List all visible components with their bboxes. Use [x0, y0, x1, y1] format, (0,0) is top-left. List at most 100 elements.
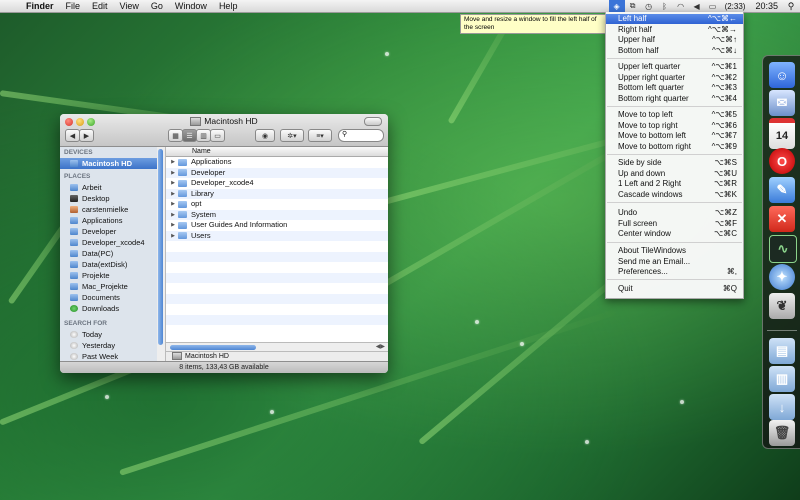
toolbar-toggle-button[interactable]	[364, 117, 382, 126]
sidebar-search-header[interactable]: SEARCH FOR	[64, 320, 107, 327]
sidebar-item-macintosh-hd[interactable]: Macintosh HD	[60, 158, 157, 169]
disclosure-triangle-icon[interactable]: ▶	[168, 199, 178, 210]
documents-folder-dock-icon[interactable]: ▥	[769, 366, 795, 392]
menu-item-bottom-right-quarter[interactable]: Bottom right quarter ^⌥⌘4	[606, 94, 743, 104]
menu-item-center-window[interactable]: Center window ⌥⌘C	[606, 229, 743, 239]
calendar-dock-icon[interactable]: 14	[769, 118, 795, 149]
sidebar-item-applications[interactable]: Applications	[60, 215, 157, 226]
menu-item-full-screen[interactable]: Full screen ⌥⌘F	[606, 219, 743, 229]
menu-clock[interactable]: 20:35	[749, 1, 784, 11]
list-view-button[interactable]: ☰	[182, 129, 197, 142]
list-item[interactable]: ▶ opt	[166, 199, 388, 210]
disclosure-triangle-icon[interactable]: ▶	[168, 189, 178, 200]
action-menu-button[interactable]: ✲▾	[280, 129, 304, 142]
applications-folder-dock-icon[interactable]: ▤	[769, 338, 795, 364]
column-view-button[interactable]: ▥	[196, 129, 211, 142]
downloads-folder-dock-icon[interactable]: ↓	[769, 394, 795, 420]
menu-window[interactable]: Window	[169, 0, 213, 12]
sidebar-item-past-week[interactable]: Past Week	[60, 351, 157, 361]
sidebar-scrollbar[interactable]	[157, 147, 166, 361]
sidebar-item-desktop[interactable]: Desktop	[60, 193, 157, 204]
time-machine-icon[interactable]: ◷	[641, 0, 657, 12]
menu-item-send-email[interactable]: Send me an Email...	[606, 257, 743, 267]
menu-app-name[interactable]: Finder	[20, 0, 60, 12]
menu-item-up-and-down[interactable]: Up and down ⌥⌘U	[606, 169, 743, 179]
list-item[interactable]: ▶ Applications	[166, 157, 388, 168]
menu-item-bottom-half[interactable]: Bottom half ^⌥⌘↓	[606, 46, 743, 56]
activity-monitor-dock-icon[interactable]: ∿	[769, 235, 797, 263]
forward-button[interactable]: ▶	[79, 129, 94, 142]
menu-item-upper-left-quarter[interactable]: Upper left quarter ^⌥⌘1	[606, 62, 743, 72]
icon-view-button[interactable]: ▦	[168, 129, 183, 142]
disclosure-triangle-icon[interactable]: ▶	[168, 157, 178, 168]
opera-dock-icon[interactable]: O	[769, 148, 795, 174]
menu-item-undo[interactable]: Undo ⌥⌘Z	[606, 208, 743, 218]
xcode-dock-icon[interactable]: ✎	[769, 177, 795, 203]
arrange-menu-button[interactable]: ≡▾	[308, 129, 332, 142]
menu-item-side-by-side[interactable]: Side by side ⌥⌘S	[606, 158, 743, 168]
volume-icon[interactable]: ◀	[689, 0, 705, 12]
sidebar-item-developer-xcode4[interactable]: Developer_xcode4	[60, 237, 157, 248]
horizontal-scroll-thumb[interactable]	[170, 345, 256, 350]
list-item[interactable]: ▶ User Guides And Information	[166, 220, 388, 231]
sidebar-item-documents[interactable]: Documents	[60, 292, 157, 303]
finder-dock-icon[interactable]: ☺	[769, 62, 795, 88]
menu-help[interactable]: Help	[213, 0, 244, 12]
disclosure-triangle-icon[interactable]: ▶	[168, 210, 178, 221]
sidebar-item-home[interactable]: carstenmielke	[60, 204, 157, 215]
wifi-icon[interactable]: ◠	[673, 0, 689, 12]
tilewindows-menu-icon[interactable]: ◈	[608, 0, 625, 12]
menu-item-upper-right-quarter[interactable]: Upper right quarter ^⌥⌘2	[606, 73, 743, 83]
disclosure-triangle-icon[interactable]: ▶	[168, 220, 178, 231]
menu-item-move-bottom-right[interactable]: Move to bottom right ^⌥⌘9	[606, 142, 743, 152]
sidebar-item-today[interactable]: Today	[60, 329, 157, 340]
title-bar[interactable]: Macintosh HD ◀ ▶ ▦ ☰ ▥ ▭ ◉ ✲▾ ≡▾ ⚲	[60, 114, 388, 147]
sidebar-item-downloads[interactable]: Downloads	[60, 303, 157, 314]
sidebar-item-data-extdisk[interactable]: Data(extDisk)	[60, 259, 157, 270]
coverflow-view-button[interactable]: ▭	[210, 129, 225, 142]
sidebar-item-yesterday[interactable]: Yesterday	[60, 340, 157, 351]
menu-item-bottom-left-quarter[interactable]: Bottom left quarter ^⌥⌘3	[606, 83, 743, 93]
trash-dock-icon[interactable]: 🗑	[769, 420, 795, 446]
window-switch-icon[interactable]: ⧉	[625, 0, 641, 12]
list-item[interactable]: ▶ Developer	[166, 167, 388, 179]
menu-item-one-left-two-right[interactable]: 1 Left and 2 Right ⌥⌘R	[606, 179, 743, 189]
menu-file[interactable]: File	[60, 0, 87, 12]
disclosure-triangle-icon[interactable]: ▶	[168, 178, 178, 189]
menu-item-cascade-windows[interactable]: Cascade windows ⌥⌘K	[606, 190, 743, 200]
crossover-dock-icon[interactable]: ✕	[769, 206, 795, 232]
sidebar-devices-header[interactable]: DEVICES	[64, 149, 93, 156]
menu-item-preferences[interactable]: Preferences... ⌘,	[606, 267, 743, 277]
disclosure-triangle-icon[interactable]: ▶	[168, 231, 178, 242]
column-header-name[interactable]: Name	[166, 147, 388, 157]
list-item[interactable]: ▶ System	[166, 209, 388, 221]
sidebar-item-mac-projekte[interactable]: Mac_Projekte	[60, 281, 157, 292]
bluetooth-icon[interactable]: ᛒ	[657, 0, 673, 12]
menu-edit[interactable]: Edit	[86, 0, 114, 12]
search-input[interactable]: ⚲	[338, 129, 384, 142]
spotlight-icon[interactable]: ⚲	[784, 1, 798, 12]
battery-icon[interactable]: ▭	[705, 0, 721, 12]
sidebar-scroll-thumb[interactable]	[158, 149, 163, 345]
menu-item-upper-half[interactable]: Upper half ^⌥⌘↑	[606, 35, 743, 45]
list-item[interactable]: ▶ Users	[166, 230, 388, 242]
menu-view[interactable]: View	[114, 0, 145, 12]
menu-item-move-bottom-left[interactable]: Move to bottom left ^⌥⌘7	[606, 131, 743, 141]
battery-time[interactable]: (2:33)	[721, 2, 750, 11]
list-item[interactable]: ▶ Developer_xcode4	[166, 178, 388, 189]
safari-dock-icon[interactable]: ✦	[769, 264, 795, 290]
disclosure-triangle-icon[interactable]: ▶	[168, 168, 178, 179]
menu-item-move-top-right[interactable]: Move to top right ^⌥⌘6	[606, 121, 743, 131]
sidebar-item-developer[interactable]: Developer	[60, 226, 157, 237]
menu-go[interactable]: Go	[145, 0, 169, 12]
list-item[interactable]: ▶ Library	[166, 188, 388, 200]
sidebar-item-arbeit[interactable]: Arbeit	[60, 182, 157, 193]
sidebar-item-data-pc[interactable]: Data(PC)	[60, 248, 157, 259]
back-button[interactable]: ◀	[65, 129, 80, 142]
preview-dock-icon[interactable]: ❦	[769, 293, 795, 319]
quick-look-button[interactable]: ◉	[255, 129, 275, 142]
menu-item-left-half[interactable]: Left half ^⌥⌘←	[606, 14, 743, 24]
sidebar-places-header[interactable]: PLACES	[64, 173, 90, 180]
menu-item-about-tilewindows[interactable]: About TileWindows	[606, 246, 743, 256]
mail-dock-icon[interactable]: ✉	[769, 90, 795, 116]
